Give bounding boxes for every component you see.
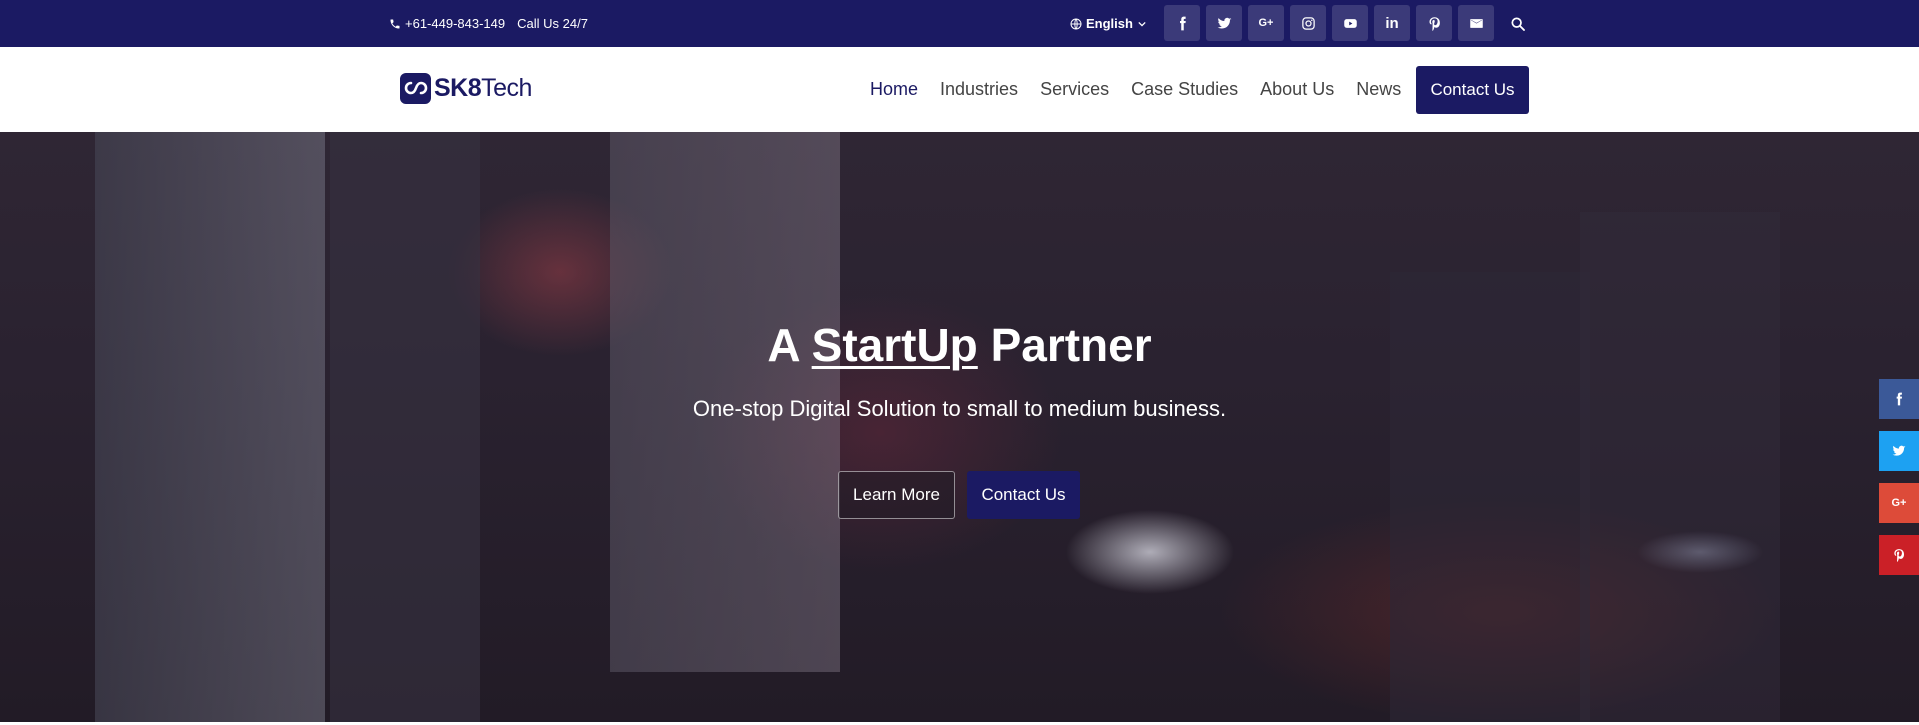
site-logo[interactable]: SK8Tech: [400, 71, 532, 105]
hero-title-prefix: A: [767, 319, 799, 371]
language-selector[interactable]: English: [1070, 0, 1150, 47]
google-plus-button[interactable]: G+: [1248, 5, 1284, 41]
infinity-logo-icon: [404, 81, 427, 95]
main-nav: Home Industries Services Case Studies Ab…: [870, 47, 1401, 132]
facebook-icon: [1896, 392, 1903, 406]
facebook-button[interactable]: [1164, 5, 1200, 41]
instagram-icon: [1301, 16, 1315, 30]
email-icon: [1469, 18, 1483, 28]
share-google-plus-button[interactable]: G+: [1879, 483, 1919, 523]
search-icon: [1511, 17, 1525, 31]
hero-title: A StartUp Partner: [0, 318, 1919, 372]
hero-content: A StartUp Partner One-stop Digital Solut…: [0, 132, 1919, 722]
google-plus-icon: G+: [1891, 497, 1907, 509]
phone-number[interactable]: +61-449-843-149: [405, 16, 505, 31]
nav-services[interactable]: Services: [1040, 79, 1109, 100]
contact-info: +61-449-843-149 Call Us 24/7: [389, 0, 588, 47]
youtube-button[interactable]: [1332, 5, 1368, 41]
nav-about-us[interactable]: About Us: [1260, 79, 1334, 100]
top-bar: +61-449-843-149 Call Us 24/7 English G+ …: [0, 0, 1919, 47]
twitter-button[interactable]: [1206, 5, 1242, 41]
pinterest-icon: [1429, 16, 1440, 31]
phone-icon: [390, 19, 400, 28]
share-twitter-button[interactable]: [1879, 431, 1919, 471]
floating-share-bar: G+: [1879, 379, 1919, 587]
facebook-icon: [1179, 16, 1186, 30]
language-label: English: [1086, 16, 1133, 31]
search-button[interactable]: [1508, 14, 1528, 34]
twitter-icon: [1217, 17, 1231, 29]
site-header: SK8Tech Home Industries Services Case St…: [0, 47, 1919, 132]
learn-more-button[interactable]: Learn More: [838, 471, 955, 519]
google-plus-icon: G+: [1258, 17, 1274, 29]
hero-title-highlight: StartUp: [811, 319, 978, 371]
linkedin-icon: in: [1385, 14, 1399, 32]
logo-mark: [400, 72, 431, 104]
social-links: G+ in: [1164, 5, 1494, 41]
header-contact-button[interactable]: Contact Us: [1416, 66, 1529, 114]
logo-text-light: Tech: [481, 73, 532, 102]
nav-case-studies[interactable]: Case Studies: [1131, 79, 1238, 100]
share-pinterest-button[interactable]: [1879, 535, 1919, 575]
hero-section: A StartUp Partner One-stop Digital Solut…: [0, 132, 1919, 722]
twitter-icon: [1892, 445, 1906, 456]
chevron-down-icon: [1138, 21, 1146, 27]
nav-home[interactable]: Home: [870, 79, 918, 100]
pinterest-button[interactable]: [1416, 5, 1452, 41]
share-facebook-button[interactable]: [1879, 379, 1919, 419]
hero-title-suffix: Partner: [990, 319, 1152, 371]
hero-subtitle: One-stop Digital Solution to small to me…: [692, 396, 1227, 421]
pinterest-icon: [1894, 549, 1905, 562]
youtube-icon: [1343, 18, 1357, 28]
hero-contact-button[interactable]: Contact Us: [967, 471, 1080, 519]
logo-text-bold: SK8: [434, 73, 482, 102]
nav-news[interactable]: News: [1356, 79, 1401, 100]
logo-text: SK8Tech: [434, 74, 532, 103]
instagram-button[interactable]: [1290, 5, 1326, 41]
linkedin-button[interactable]: in: [1374, 5, 1410, 41]
globe-icon: [1070, 18, 1082, 29]
call-text: Call Us 24/7: [517, 16, 588, 31]
email-button[interactable]: [1458, 5, 1494, 41]
nav-industries[interactable]: Industries: [940, 79, 1018, 100]
